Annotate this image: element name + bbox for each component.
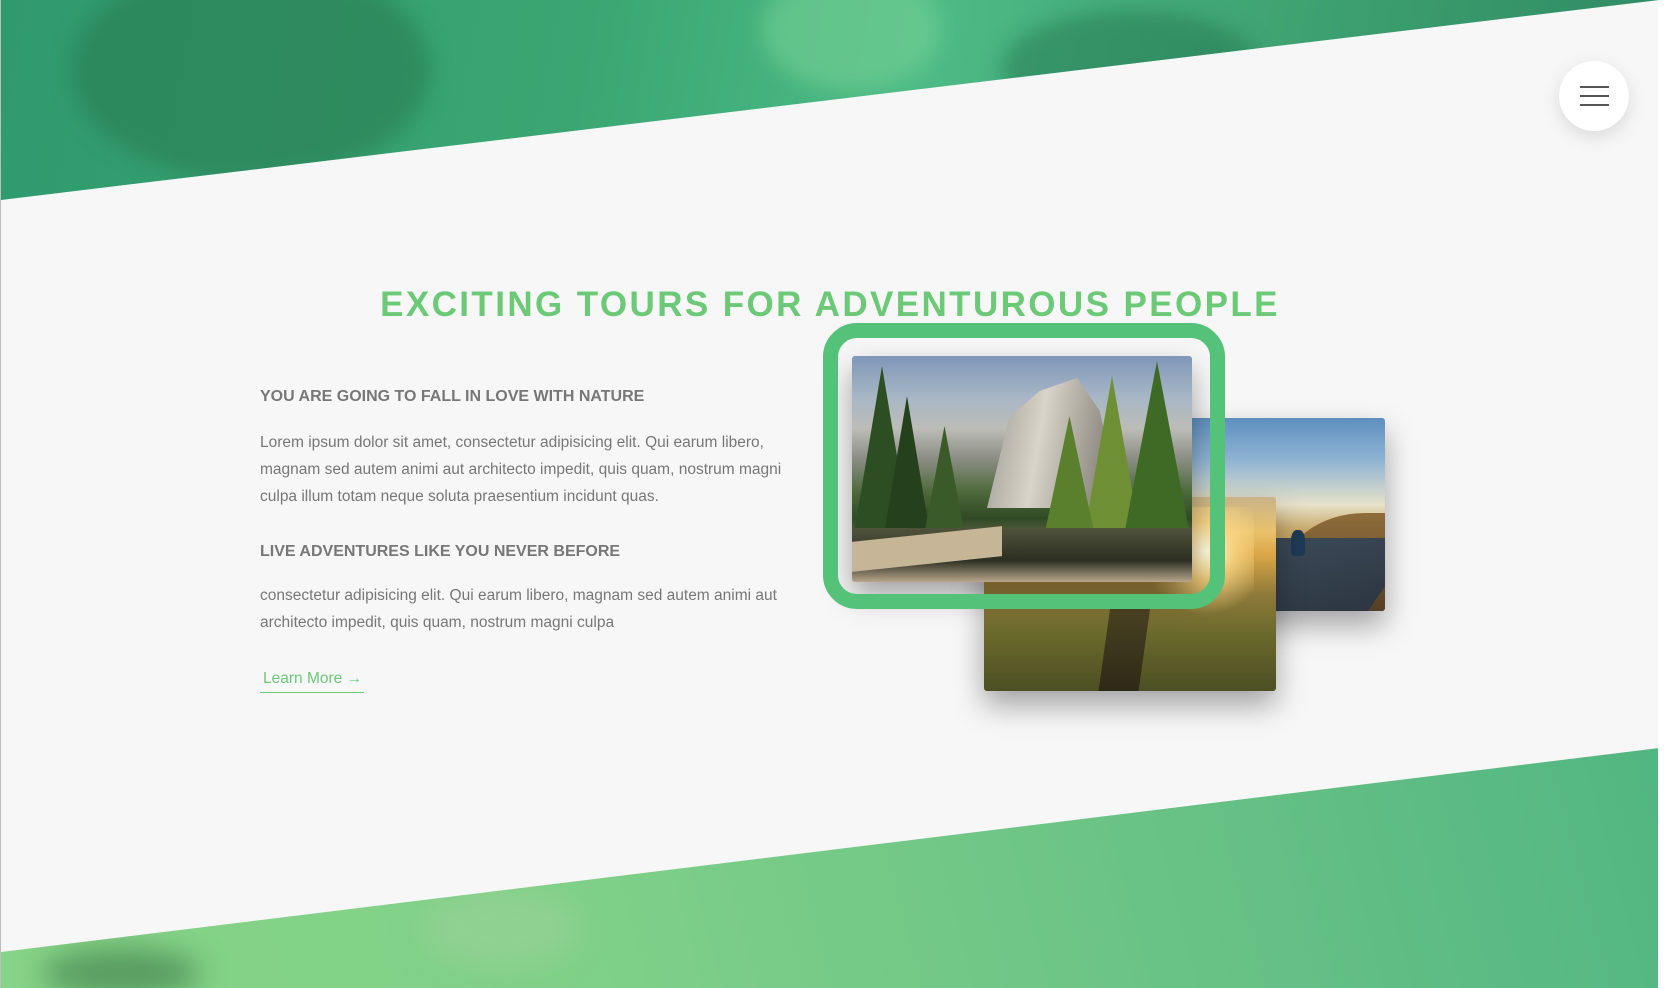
feature-paragraph-adventures: consectetur adipisicing elit. Qui earum … [260, 587, 777, 631]
bottom-green-band [1, 748, 1659, 988]
page: EXCITING TOURS FOR ADVENTUROUS PEOPLE YO… [0, 0, 1678, 988]
top-green-band [1, 0, 1659, 200]
section-title: EXCITING TOURS FOR ADVENTUROUS PEOPLE [380, 285, 1280, 325]
section-viewport: EXCITING TOURS FOR ADVENTUROUS PEOPLE YO… [0, 0, 1659, 988]
menu-button[interactable] [1559, 61, 1629, 131]
feature-heading-adventures: LIVE ADVENTURES LIKE YOU NEVER BEFORE [260, 543, 621, 560]
feature-heading-nature: YOU ARE GOING TO FALL IN LOVE WITH NATUR… [260, 388, 645, 405]
photo-forest-cliff-lake[interactable] [852, 356, 1192, 582]
scrollbar[interactable] [1658, 0, 1678, 988]
feature-paragraph-nature: Lorem ipsum dolor sit amet, consectetur … [260, 434, 782, 505]
learn-more-link[interactable]: Learn More → [260, 670, 365, 693]
